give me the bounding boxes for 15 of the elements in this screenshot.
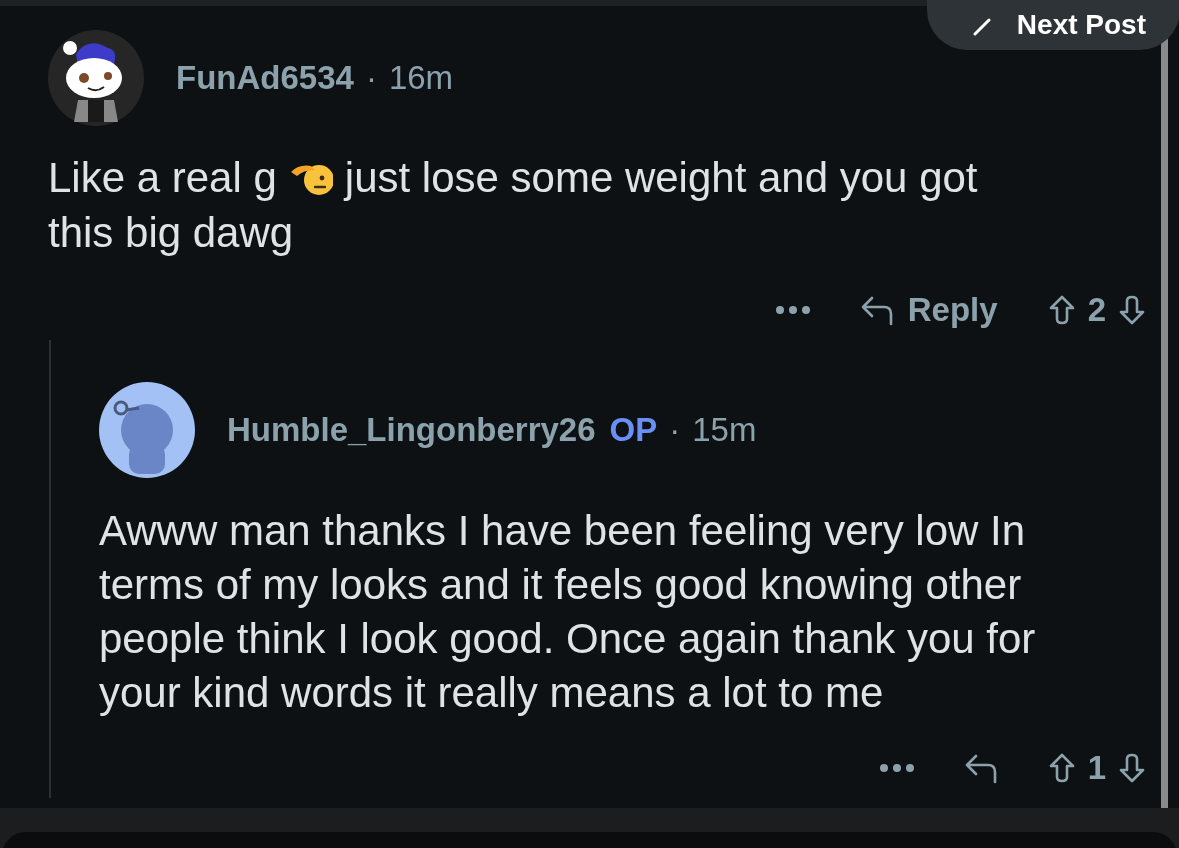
timestamp: 16m <box>388 59 454 97</box>
vote-count: 2 <box>1087 291 1106 329</box>
op-label: OP <box>609 411 658 449</box>
reply-button[interactable]: Reply <box>859 291 998 329</box>
comment-text: this big dawg <box>48 208 294 258</box>
separator-dot: · <box>669 411 681 449</box>
comment-text: Like a real g <box>48 153 277 203</box>
username[interactable]: FunAd6534 <box>176 59 354 97</box>
vote-count: 1 <box>1087 749 1106 787</box>
comment-text: Awww man thanks I have been feeling very low In terms of my looks and it feels good knowing other people think I look good. Once again thank you for your kind words it really means a lot to me <box>99 507 1036 716</box>
comment-text: just lose some weight and you got <box>344 153 978 203</box>
username[interactable]: Humble_Lingonberry26 <box>227 411 596 449</box>
timestamp: 15m <box>692 411 757 449</box>
next-post-button[interactable]: Next Post <box>926 0 1179 50</box>
separator-dot: · <box>365 59 377 97</box>
